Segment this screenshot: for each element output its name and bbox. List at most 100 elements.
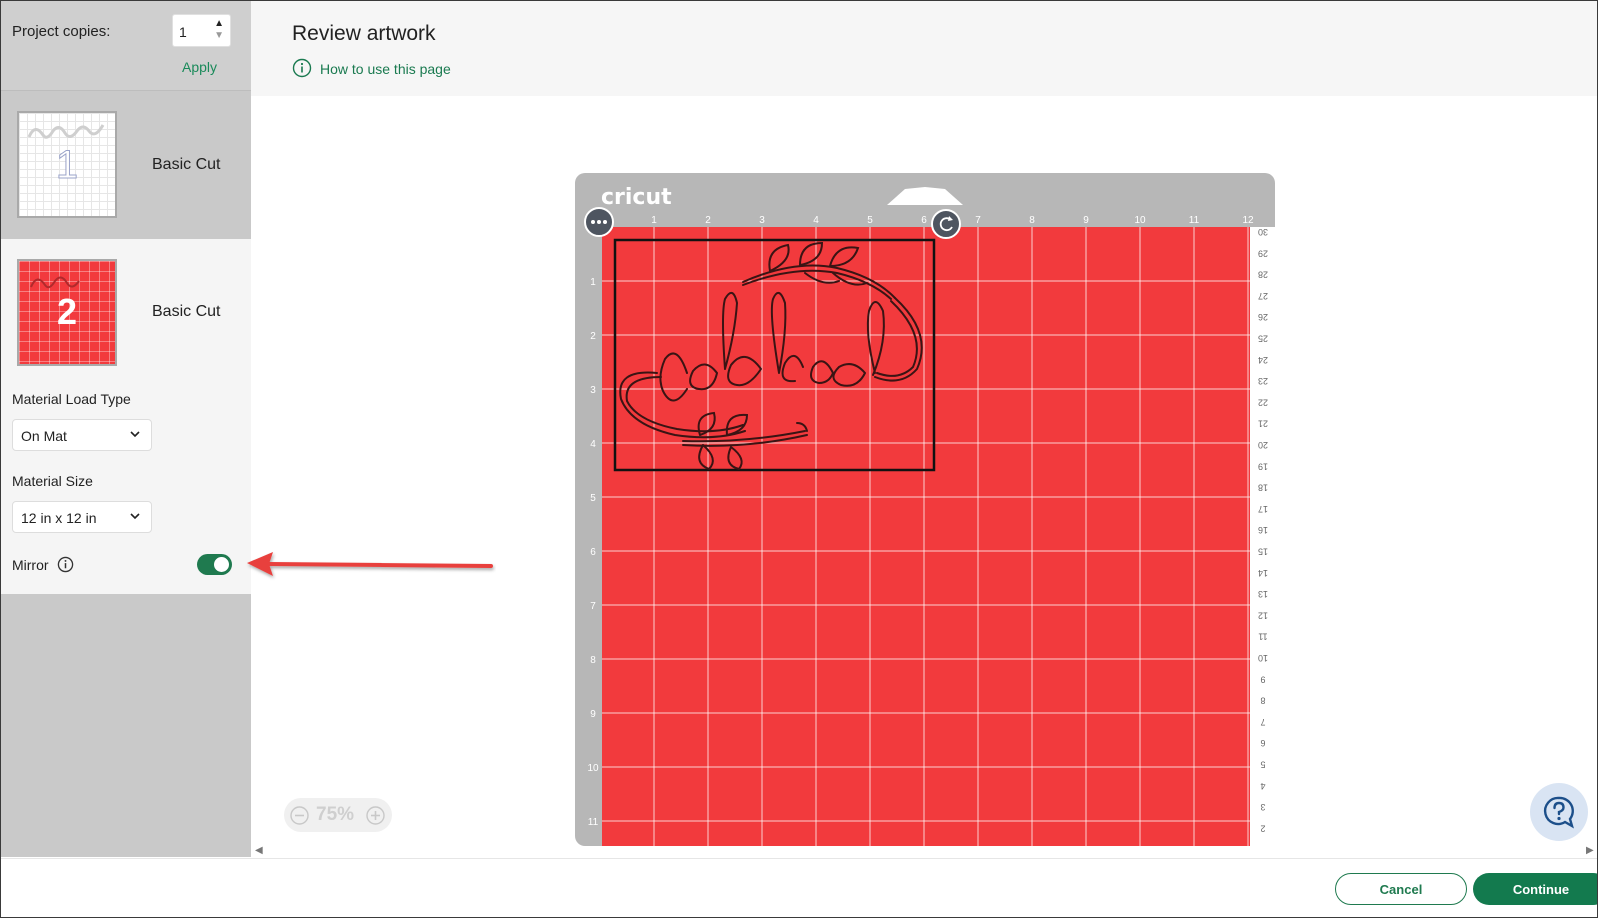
ruler-tick-label: 25 bbox=[1258, 334, 1268, 344]
spin-down-icon[interactable]: ▼ bbox=[214, 30, 224, 41]
material-load-type-select[interactable]: On Mat bbox=[12, 419, 152, 451]
ruler-tick-label: 7 bbox=[975, 215, 981, 226]
ruler-tick-label: 28 bbox=[1258, 270, 1268, 280]
ruler-tick-label: 23 bbox=[1258, 376, 1268, 386]
ruler-tick-label: 11 bbox=[588, 817, 599, 828]
mat-cut-label: Basic Cut bbox=[152, 303, 221, 320]
material-load-type-label: Material Load Type bbox=[12, 391, 131, 407]
ruler-tick-label: 4 bbox=[813, 215, 819, 226]
ruler-tick-label: 5 bbox=[867, 215, 873, 226]
zoom-level: 75% bbox=[316, 804, 355, 825]
ruler-tick-label: 2 bbox=[1260, 823, 1265, 833]
chevron-down-icon bbox=[130, 513, 140, 520]
ruler-tick-label: 8 bbox=[1029, 215, 1035, 226]
mat-cut-label: Basic Cut bbox=[152, 156, 221, 173]
ruler-tick-label: 13 bbox=[1258, 589, 1268, 599]
ruler-tick-label: 5 bbox=[1260, 760, 1265, 770]
ruler-tick-label: 11 bbox=[1258, 632, 1267, 642]
ruler-tick-label: 4 bbox=[1260, 781, 1265, 791]
mat-thumbnail: 2 bbox=[17, 259, 117, 366]
ruler-tick-label: 30 bbox=[1258, 227, 1268, 237]
ruler-tick-label: 6 bbox=[921, 215, 927, 226]
horizontal-scrollbar[interactable] bbox=[251, 846, 1597, 858]
ruler-tick-label: 6 bbox=[590, 547, 596, 558]
chevron-down-icon bbox=[130, 431, 140, 438]
ruler-tick-label: 6 bbox=[1260, 738, 1265, 748]
mat-number: 1 bbox=[55, 143, 79, 188]
help-chat-icon bbox=[1543, 796, 1574, 829]
ruler-tick-label: 7 bbox=[1260, 717, 1265, 727]
mat-cutting-area bbox=[602, 227, 1250, 846]
ruler-tick-label: 10 bbox=[1134, 215, 1146, 226]
ruler-tick-label: 2 bbox=[705, 215, 711, 226]
ellipsis-icon bbox=[591, 220, 595, 224]
material-load-type-value: On Mat bbox=[21, 428, 67, 444]
mirror-toggle[interactable] bbox=[197, 554, 232, 575]
ruler-tick-label: 12 bbox=[1258, 610, 1268, 620]
ruler-tick-label: 21 bbox=[1258, 419, 1268, 429]
mat-sidebar: Project copies: 1 ▲ ▼ Apply 1 Basic Cut bbox=[1, 1, 251, 857]
ruler-tick-label: 2 bbox=[590, 331, 596, 342]
ruler-tick-label: 22 bbox=[1258, 397, 1268, 407]
page-title: Review artwork bbox=[292, 22, 436, 45]
page-header: Review artwork How to use this page bbox=[251, 1, 1597, 96]
mat-thumbnail: 1 bbox=[17, 111, 117, 218]
ruler-tick-label: 9 bbox=[1260, 674, 1265, 684]
footer-bar: Cancel Continue bbox=[1, 858, 1597, 917]
info-icon[interactable] bbox=[57, 556, 74, 573]
ruler-tick-label: 9 bbox=[1083, 215, 1089, 226]
apply-button[interactable]: Apply bbox=[182, 59, 217, 75]
ruler-tick-label: 9 bbox=[590, 709, 596, 720]
ruler-tick-label: 17 bbox=[1258, 504, 1268, 514]
how-to-use-link[interactable]: How to use this page bbox=[320, 61, 451, 77]
mat-number: 2 bbox=[56, 291, 78, 332]
ruler-tick-label: 27 bbox=[1258, 291, 1268, 301]
ruler-tick-label: 7 bbox=[590, 601, 596, 612]
right-ruler: 3029282726252423222120191817161514131211… bbox=[1250, 227, 1275, 846]
project-copies-input[interactable]: 1 ▲ ▼ bbox=[172, 14, 231, 47]
ruler-tick-label: 10 bbox=[587, 763, 599, 774]
ruler-tick-label: 1 bbox=[590, 277, 596, 288]
material-size-label: Material Size bbox=[12, 473, 93, 489]
ruler-tick-label: 11 bbox=[1189, 215, 1200, 226]
ruler-tick-label: 10 bbox=[1258, 653, 1268, 663]
ruler-tick-label: 3 bbox=[759, 215, 765, 226]
ruler-tick-label: 19 bbox=[1258, 461, 1268, 471]
ruler-tick-label: 29 bbox=[1258, 248, 1268, 258]
cricut-logo: cricut bbox=[601, 185, 672, 210]
ruler-tick-label: 24 bbox=[1258, 355, 1268, 365]
ruler-tick-label: 1 bbox=[651, 215, 657, 226]
app-window: Project copies: 1 ▲ ▼ Apply 1 Basic Cut bbox=[0, 0, 1598, 918]
ruler-tick-label: 15 bbox=[1258, 547, 1268, 557]
ruler-tick-label: 20 bbox=[1258, 440, 1268, 450]
scroll-right-icon[interactable]: ▶ bbox=[1586, 845, 1594, 856]
ruler-tick-label: 12 bbox=[1242, 215, 1254, 226]
material-size-select[interactable]: 12 in x 12 in bbox=[12, 501, 152, 533]
spin-up-icon[interactable]: ▲ bbox=[214, 18, 224, 29]
ruler-tick-label: 16 bbox=[1258, 525, 1268, 535]
more-options-button[interactable] bbox=[584, 207, 614, 237]
zoom-in-icon[interactable] bbox=[366, 806, 385, 825]
project-copies-label: Project copies: bbox=[12, 23, 111, 40]
ruler-tick-label: 18 bbox=[1258, 483, 1268, 493]
scroll-left-icon[interactable]: ◀ bbox=[255, 845, 263, 856]
mat-list-item-1[interactable]: 1 Basic Cut bbox=[1, 92, 251, 239]
zoom-out-icon[interactable] bbox=[290, 806, 309, 825]
ruler-tick-label: 8 bbox=[1260, 696, 1265, 706]
ruler-tick-label: 8 bbox=[590, 655, 596, 666]
rotate-button[interactable] bbox=[931, 209, 961, 239]
ruler-tick-label: 3 bbox=[1260, 802, 1265, 812]
info-icon[interactable] bbox=[292, 58, 312, 78]
mat-list-item-2[interactable]: 2 Basic Cut Material Load Type On Mat Ma… bbox=[1, 239, 251, 594]
toggle-knob bbox=[214, 557, 229, 572]
project-copies-value: 1 bbox=[179, 24, 187, 40]
material-size-value: 12 in x 12 in bbox=[21, 510, 97, 526]
continue-button[interactable]: Continue bbox=[1473, 873, 1597, 905]
ruler-tick-label: 14 bbox=[1258, 568, 1268, 578]
ruler-tick-label: 5 bbox=[590, 493, 596, 504]
help-button[interactable] bbox=[1530, 783, 1588, 841]
project-copies-panel: Project copies: 1 ▲ ▼ Apply bbox=[1, 1, 251, 91]
mirror-label: Mirror bbox=[12, 557, 49, 573]
cancel-button[interactable]: Cancel bbox=[1335, 873, 1467, 905]
cutting-mat-preview: cricut 1 2 3 4 5 6 7 8 9 10 11 12 1234567891011 302… bbox=[575, 173, 1275, 846]
